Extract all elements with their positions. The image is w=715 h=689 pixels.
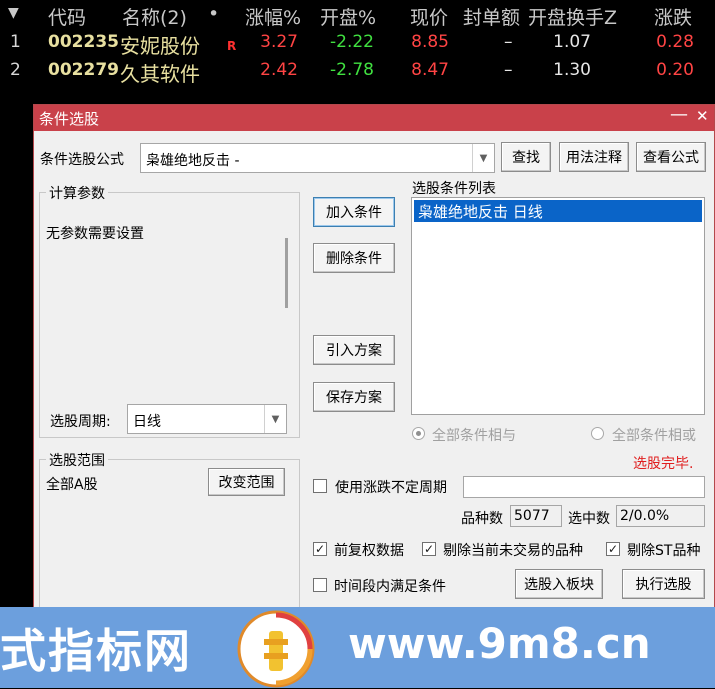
usage-notes-button[interactable]: 用法注释 <box>559 142 629 172</box>
time-range-label: 时间段内满足条件 <box>334 579 446 595</box>
col-change-pct[interactable]: 涨幅% <box>245 3 301 30</box>
no-params-text: 无参数需要设置 <box>46 226 144 242</box>
use-period-label: 使用涨跌不定周期 <box>335 480 447 496</box>
formula-label: 条件选股公式 <box>40 152 124 168</box>
col-code[interactable]: 代码 <box>48 3 86 30</box>
condition-list-label: 选股条件列表 <box>412 181 496 197</box>
row-open-pct: -2.78 <box>330 60 374 80</box>
minimize-icon[interactable]: — <box>670 104 688 125</box>
row-code: 002279 <box>48 60 119 80</box>
row-change-pct: 2.42 <box>260 60 298 80</box>
site-logo <box>237 610 315 688</box>
row-index: 1 <box>10 32 21 52</box>
dialog-titlebar[interactable]: 条件选股 — ✕ <box>34 104 714 131</box>
col-name[interactable]: 名称(2) <box>122 3 187 30</box>
row-code: 002235 <box>48 32 119 52</box>
range-group-title: 选股范围 <box>46 450 108 470</box>
params-group: 计算参数 无参数需要设置 选股周期: 日线 ▼ <box>39 183 300 438</box>
exclude-st-label: 剔除ST品种 <box>627 543 701 559</box>
run-selection-button[interactable]: 执行选股 <box>622 569 705 599</box>
radio-all-or-label: 全部条件相或 <box>612 428 696 444</box>
selected-label: 选中数 <box>568 511 610 527</box>
exclude-st-checkbox[interactable]: ✓ <box>606 542 620 556</box>
col-price[interactable]: 现价 <box>410 3 448 30</box>
row-seal: – <box>504 60 513 80</box>
exclude-untraded-checkbox[interactable]: ✓ <box>422 542 436 556</box>
condition-list[interactable]: 枭雄绝地反击 日线 <box>411 197 705 415</box>
col-seal-amount[interactable]: 封单额 <box>463 3 520 30</box>
col-open-pct[interactable]: 开盘% <box>320 3 376 30</box>
change-range-button[interactable]: 改变范围 <box>208 468 285 496</box>
import-plan-button[interactable]: 引入方案 <box>313 335 395 365</box>
dialog-title: 条件选股 <box>39 110 100 128</box>
watermark-url: www.9m8.cn <box>348 619 651 668</box>
formula-value: 枭雄绝地反击 - <box>146 153 240 169</box>
row-price: 8.47 <box>411 60 449 80</box>
row-change-pct: 3.27 <box>260 32 298 52</box>
radio-all-or[interactable] <box>591 427 604 440</box>
params-group-title: 计算参数 <box>46 183 108 203</box>
row-change: 0.20 <box>656 60 694 80</box>
radio-all-and-label: 全部条件相与 <box>432 428 516 444</box>
formula-select[interactable]: 枭雄绝地反击 - ▼ <box>140 143 495 173</box>
period-select[interactable]: 日线 ▼ <box>127 404 287 434</box>
col-dot: • <box>208 3 220 25</box>
close-icon[interactable]: ✕ <box>696 107 709 125</box>
radio-all-and[interactable] <box>412 427 425 440</box>
delete-condition-button[interactable]: 删除条件 <box>313 243 395 273</box>
table-header: ▼ 代码 名称(2) • 涨幅% 开盘% 现价 封单额 开盘换手Z 涨跌 <box>0 0 715 30</box>
range-group: 选股范围 全部A股 改变范围 <box>39 450 300 629</box>
to-block-button[interactable]: 选股入板块 <box>515 569 603 599</box>
condition-selection-dialog: 条件选股 — ✕ 条件选股公式 枭雄绝地反击 - ▼ 查找 用法注释 查看公式 … <box>33 104 715 629</box>
exclude-untraded-label: 剔除当前未交易的品种 <box>443 543 583 559</box>
period-value: 日线 <box>133 414 161 430</box>
col-open-turnover[interactable]: 开盘换手Z <box>528 3 617 30</box>
sort-icon[interactable]: ▼ <box>8 5 19 21</box>
count-value: 5077 <box>510 505 562 527</box>
fq-label: 前复权数据 <box>334 543 404 559</box>
row-name: 久其软件 <box>120 62 200 86</box>
use-period-checkbox[interactable] <box>313 479 327 493</box>
watermark-banner: 式指标网 www.9m8.cn <box>0 607 715 688</box>
chevron-down-icon[interactable]: ▼ <box>264 405 286 433</box>
selected-value: 2/0.0% <box>616 505 705 527</box>
find-button[interactable]: 查找 <box>501 142 551 172</box>
stock-table: ▼ 代码 名称(2) • 涨幅% 开盘% 现价 封单额 开盘换手Z 涨跌 1 0… <box>0 0 715 104</box>
time-range-checkbox[interactable] <box>313 578 327 592</box>
list-item[interactable]: 枭雄绝地反击 日线 <box>414 200 702 222</box>
period-input[interactable] <box>463 476 705 498</box>
row-open-pct: -2.22 <box>330 32 374 52</box>
add-condition-button[interactable]: 加入条件 <box>313 197 395 227</box>
row-turnover: 1.30 <box>553 60 591 80</box>
chevron-down-icon[interactable]: ▼ <box>472 144 494 172</box>
range-value: 全部A股 <box>46 477 98 493</box>
view-formula-button[interactable]: 查看公式 <box>636 142 706 172</box>
params-scrollbar[interactable] <box>285 238 288 308</box>
row-index: 2 <box>10 60 21 80</box>
fq-checkbox[interactable]: ✓ <box>313 542 327 556</box>
row-seal: – <box>504 32 513 52</box>
table-row[interactable]: 2 002279 久其软件 2.42 -2.78 8.47 – 1.30 0.2… <box>0 58 715 86</box>
save-plan-button[interactable]: 保存方案 <box>313 382 395 412</box>
row-flag-badge: R <box>227 39 237 53</box>
status-text: 选股完毕. <box>633 456 694 472</box>
row-price: 8.85 <box>411 32 449 52</box>
row-turnover: 1.07 <box>553 32 591 52</box>
row-change: 0.28 <box>656 32 694 52</box>
watermark-left-text: 式指标网 <box>0 624 192 678</box>
table-row[interactable]: 1 002235 安妮股份 R 3.27 -2.22 8.85 – 1.07 0… <box>0 30 715 58</box>
period-label: 选股周期: <box>50 414 111 430</box>
count-label: 品种数 <box>461 511 503 527</box>
col-change[interactable]: 涨跌 <box>654 3 692 30</box>
row-name: 安妮股份 <box>120 34 200 58</box>
